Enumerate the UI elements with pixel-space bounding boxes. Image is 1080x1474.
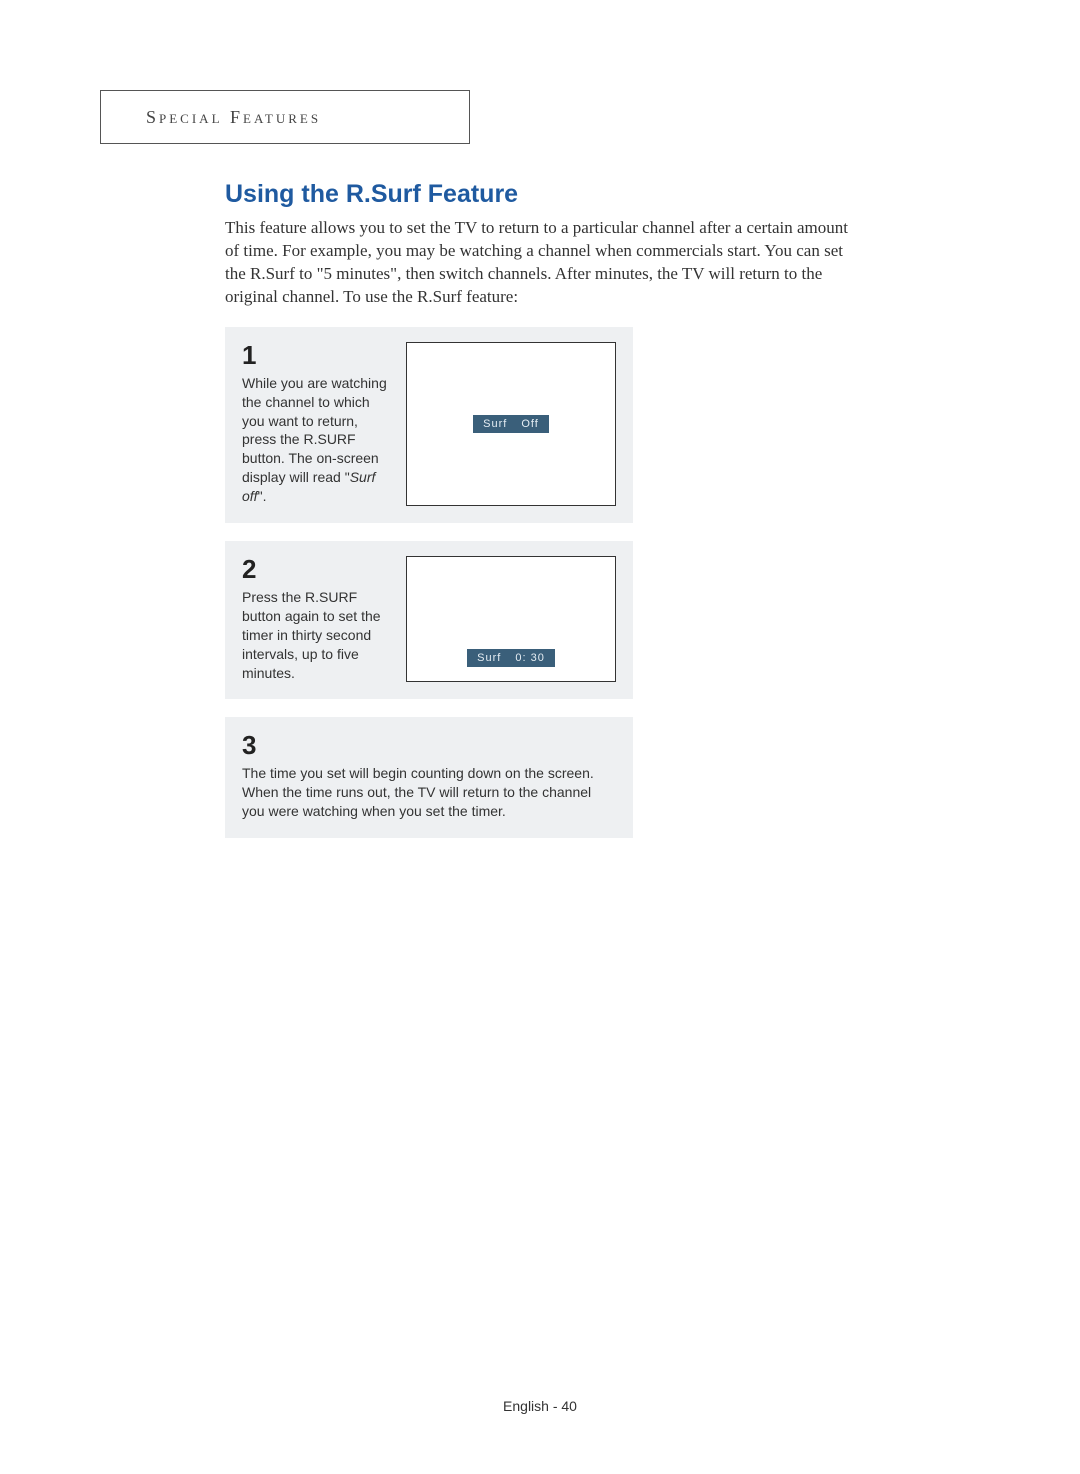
manual-page: Special Features Using the R.Surf Featur… — [0, 0, 1080, 1474]
step-text: 2 Press the R.SURF button again to set t… — [242, 556, 396, 682]
osd-label: Surf 0: 30 — [467, 649, 555, 667]
osd-label: Surf Off — [473, 415, 549, 433]
page-footer: English - 40 — [0, 1398, 1080, 1414]
intro-paragraph: This feature allows you to set the TV to… — [225, 217, 865, 309]
step-number: 2 — [242, 556, 396, 582]
step-row: 2 Press the R.SURF button again to set t… — [242, 556, 616, 682]
step-text: The time you set will begin counting dow… — [242, 764, 616, 821]
step-row: 1 While you are watching the channel to … — [242, 342, 616, 506]
osd-box-1: Surf Off — [406, 342, 616, 506]
step-text-body: Press the R.SURF button again to set the… — [242, 589, 381, 681]
page-title: Using the R.Surf Feature — [225, 180, 865, 209]
content-area: Using the R.Surf Feature This feature al… — [225, 170, 865, 838]
section-header: Special Features — [146, 107, 321, 128]
step-number: 1 — [242, 342, 396, 368]
step-2: 2 Press the R.SURF button again to set t… — [225, 541, 633, 699]
osd-value-text: Off — [521, 418, 538, 430]
osd-label-text: Surf — [483, 418, 507, 430]
step-3: 3 The time you set will begin counting d… — [225, 717, 633, 838]
steps-list: 1 While you are watching the channel to … — [225, 327, 633, 838]
step-text: 1 While you are watching the channel to … — [242, 342, 396, 506]
step-text-post: . — [263, 488, 267, 504]
step-1: 1 While you are watching the channel to … — [225, 327, 633, 523]
osd-value-text: 0: 30 — [515, 652, 544, 664]
osd-box-2: Surf 0: 30 — [406, 556, 616, 682]
step-number: 3 — [242, 732, 616, 758]
osd-label-text: Surf — [477, 652, 501, 664]
section-header-box: Special Features — [100, 90, 470, 144]
